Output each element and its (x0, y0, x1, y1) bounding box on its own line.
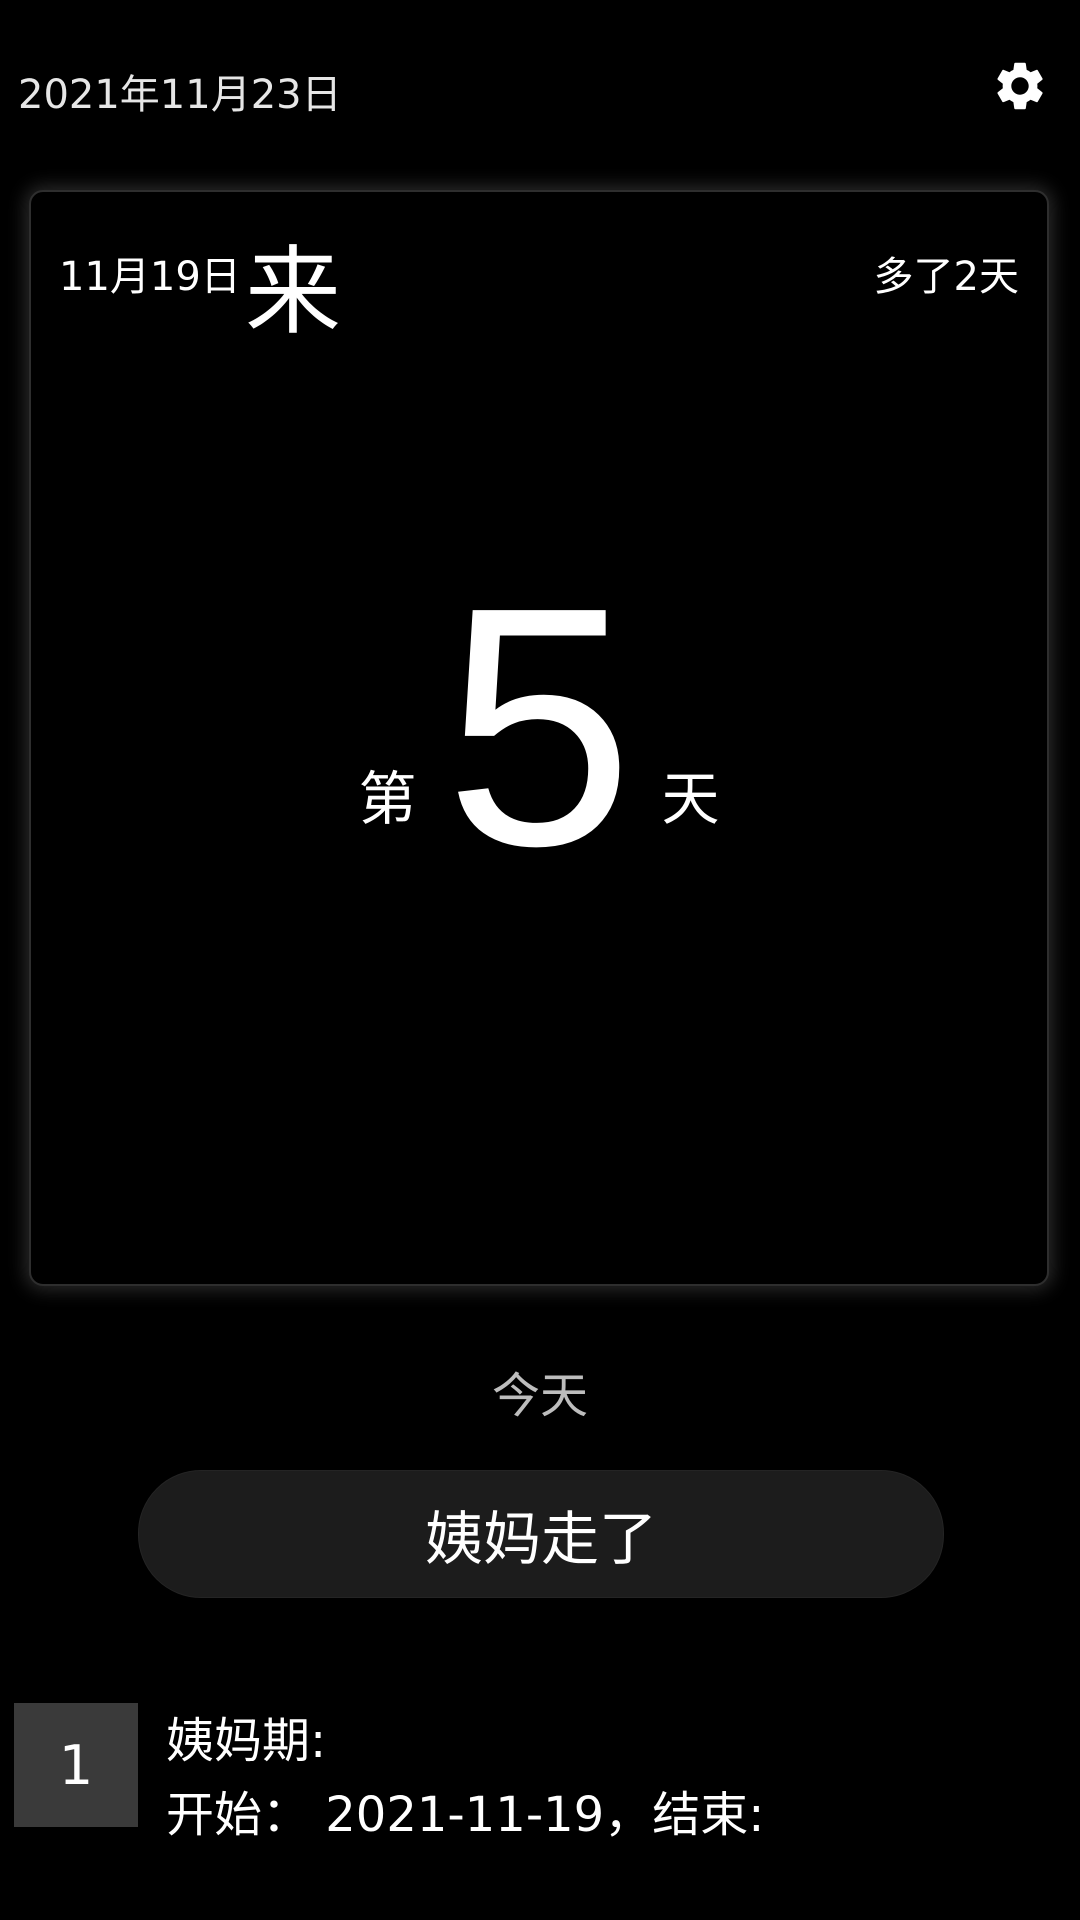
today-link[interactable]: 今天 (0, 1356, 1080, 1426)
day-counter: 第 5 天 (31, 557, 1047, 897)
record-detail: 开始： 2021-11-19，结束: (166, 1787, 765, 1843)
extra-days-label: 多了2天 (873, 254, 1019, 300)
period-ended-button[interactable]: 姨妈走了 (138, 1470, 944, 1598)
app-screen: 2021年11月23日 11月19日 来 多了2天 第 5 天 今天 姨妈走了 … (0, 0, 1080, 1920)
day-counter-prefix: 第 (358, 765, 417, 833)
current-date: 2021年11月23日 (18, 72, 342, 118)
list-item[interactable]: 1 姨妈期: 开始： 2021-11-19，结束: (14, 1703, 1066, 1843)
day-counter-number: 5 (444, 537, 634, 917)
day-counter-suffix: 天 (661, 765, 720, 833)
gear-icon (991, 57, 1049, 119)
period-start-date: 11月19日 (59, 254, 241, 300)
period-status-label: 来 (245, 236, 341, 348)
record-index-badge: 1 (14, 1703, 138, 1827)
settings-button[interactable] (988, 56, 1052, 120)
record-title: 姨妈期: (166, 1713, 327, 1769)
period-status-card[interactable]: 11月19日 来 多了2天 第 5 天 (29, 190, 1049, 1286)
